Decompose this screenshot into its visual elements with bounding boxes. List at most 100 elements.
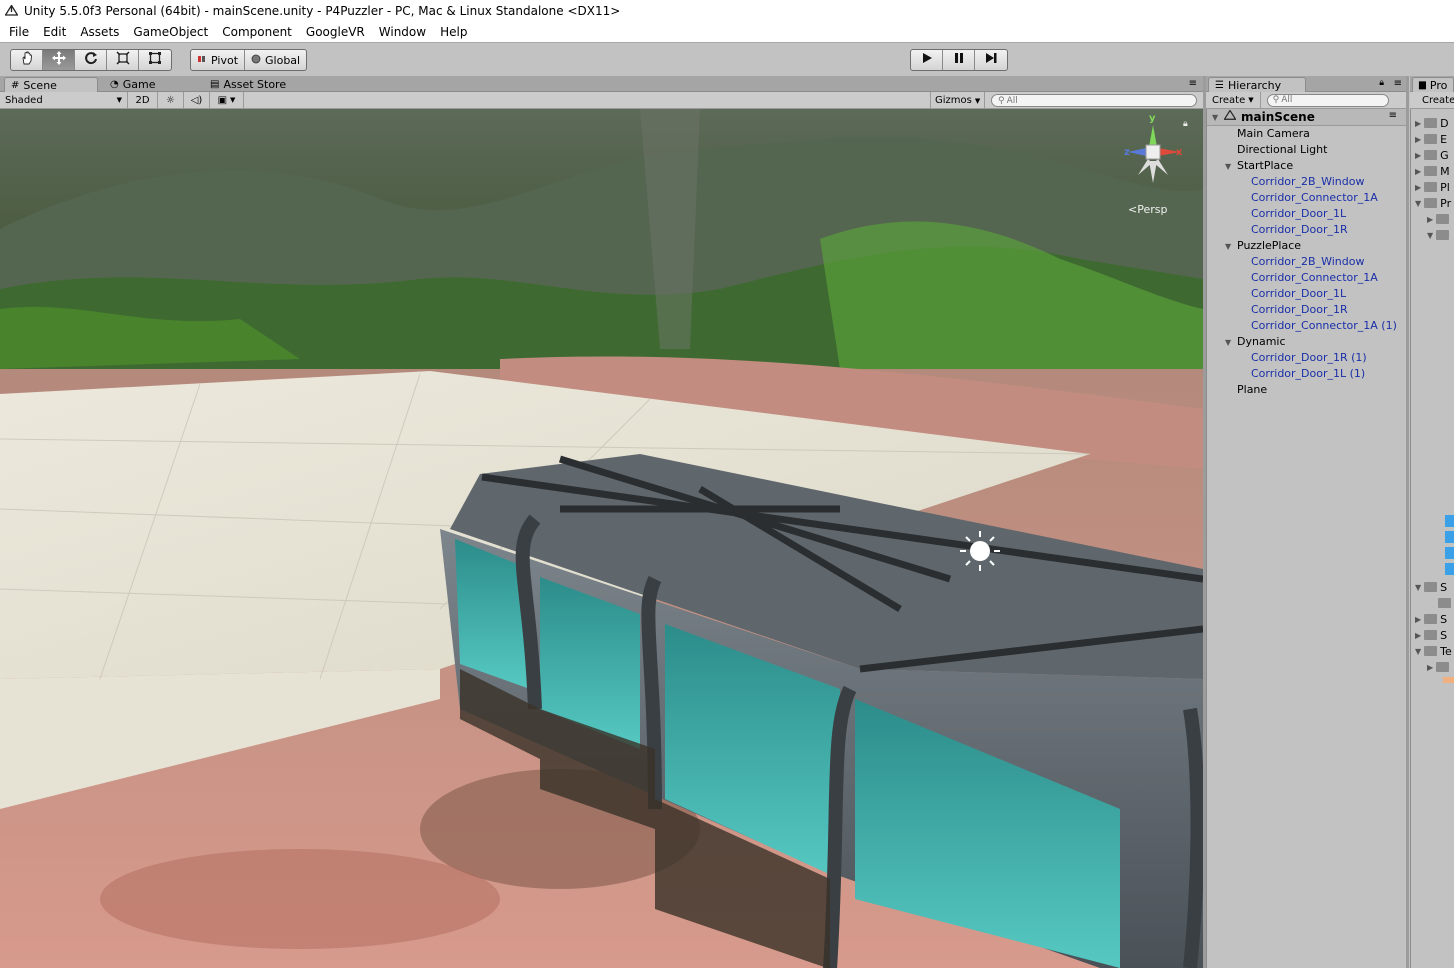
menu-edit[interactable]: Edit bbox=[36, 25, 73, 39]
expand-arrow-icon[interactable]: ▼ bbox=[1212, 113, 1218, 122]
rect-tool-button[interactable] bbox=[139, 50, 171, 70]
hierarchy-create-dropdown[interactable]: Create ▼ bbox=[1206, 91, 1261, 109]
menu-component[interactable]: Component bbox=[215, 25, 299, 39]
scale-tool-button[interactable] bbox=[107, 50, 139, 70]
scene-search-input[interactable]: ⚲ All bbox=[991, 94, 1197, 107]
folder-expand-arrow-icon[interactable]: ▼ bbox=[1415, 583, 1421, 592]
hierarchy-item[interactable]: Corridor_Door_1L bbox=[1251, 286, 1346, 302]
expand-arrow-icon[interactable]: ▼ bbox=[1225, 242, 1231, 251]
shading-mode-dropdown[interactable]: Shaded ▼ bbox=[0, 91, 128, 109]
pivot-button[interactable]: Pivot bbox=[191, 50, 246, 70]
folder-icon bbox=[1424, 134, 1438, 144]
folder-icon bbox=[1424, 198, 1438, 208]
move-tool-button[interactable] bbox=[43, 50, 75, 70]
folder-expand-arrow-icon[interactable]: ▶ bbox=[1415, 151, 1421, 160]
hierarchy-item[interactable]: Corridor_Connector_1A (1) bbox=[1251, 318, 1397, 334]
rotate-tool-button[interactable] bbox=[75, 50, 107, 70]
gizmos-dropdown[interactable]: Gizmos ▼ bbox=[930, 92, 986, 109]
folder-expand-arrow-icon[interactable]: ▶ bbox=[1427, 663, 1433, 672]
folder-expand-arrow-icon[interactable]: ▼ bbox=[1415, 647, 1421, 656]
folder-expand-arrow-icon[interactable]: ▶ bbox=[1415, 183, 1421, 192]
hierarchy-item[interactable]: Plane bbox=[1237, 382, 1267, 398]
project-folder-row[interactable]: ▼ bbox=[1427, 227, 1452, 243]
orientation-gizmo[interactable]: y x z bbox=[1118, 113, 1188, 197]
menu-file[interactable]: File bbox=[2, 25, 36, 39]
hierarchy-item[interactable]: Corridor_Door_1R (1) bbox=[1251, 350, 1367, 366]
pause-button[interactable] bbox=[943, 50, 975, 70]
project-folder-row[interactable]: ▶ S bbox=[1415, 611, 1447, 627]
hierarchy-item[interactable]: PuzzlePlace bbox=[1237, 238, 1301, 254]
toggle-2d-button[interactable]: 2D bbox=[128, 91, 158, 109]
tab-game[interactable]: ◔ Game bbox=[104, 77, 199, 92]
hierarchy-item[interactable]: Directional Light bbox=[1237, 142, 1327, 158]
folder-expand-arrow-icon[interactable]: ▼ bbox=[1415, 199, 1421, 208]
project-folder-row[interactable]: ▼ Te bbox=[1415, 643, 1452, 659]
hand-tool-button[interactable] bbox=[11, 50, 43, 70]
hierarchy-item[interactable]: Corridor_Door_1L (1) bbox=[1251, 366, 1365, 382]
gizmo-lock-icon[interactable]: 🔒︎ bbox=[1183, 119, 1188, 129]
gizmos-dropdown-arrow-icon: ▼ bbox=[974, 96, 981, 105]
step-button[interactable] bbox=[975, 50, 1007, 70]
hierarchy-item[interactable]: Main Camera bbox=[1237, 126, 1310, 142]
menu-assets[interactable]: Assets bbox=[73, 25, 126, 39]
hierarchy-tabs: ☰ Hierarchy 🔒︎ ≡ bbox=[1206, 76, 1406, 92]
folder-expand-arrow-icon[interactable]: ▶ bbox=[1415, 119, 1421, 128]
menu-help[interactable]: Help bbox=[433, 25, 474, 39]
project-folder-row[interactable]: ▶ D bbox=[1415, 115, 1449, 131]
project-folder-row[interactable]: ▼ S bbox=[1415, 579, 1447, 595]
scene-options-icon[interactable]: ≡ bbox=[1389, 110, 1397, 121]
folder-expand-arrow-icon[interactable]: ▶ bbox=[1415, 615, 1421, 624]
project-folder-row[interactable]: ▶ M bbox=[1415, 163, 1450, 179]
hierarchy-item[interactable]: Corridor_2B_Window bbox=[1251, 174, 1364, 190]
project-folder-row[interactable]: ▶ S bbox=[1415, 627, 1447, 643]
global-button[interactable]: Global bbox=[245, 50, 306, 70]
hierarchy-item[interactable]: Corridor_Door_1R bbox=[1251, 302, 1348, 318]
folder-expand-arrow-icon[interactable]: ▶ bbox=[1415, 135, 1421, 144]
hierarchy-item[interactable]: Corridor_Door_1L bbox=[1251, 206, 1346, 222]
hierarchy-item[interactable]: Corridor_Connector_1A bbox=[1251, 270, 1378, 286]
folder-expand-arrow-icon[interactable]: ▶ bbox=[1415, 631, 1421, 640]
panel-divider-2[interactable] bbox=[1406, 76, 1409, 968]
project-folder-row[interactable]: ▶ Pl bbox=[1415, 179, 1450, 195]
lighting-toggle-button[interactable]: ☼ bbox=[158, 91, 184, 109]
persp-label[interactable]: <Persp bbox=[1128, 203, 1167, 216]
hierarchy-menu-icon[interactable]: ≡ bbox=[1394, 78, 1402, 89]
folder-expand-arrow-icon[interactable]: ▼ bbox=[1427, 231, 1433, 240]
folder-expand-arrow-icon[interactable]: ▶ bbox=[1427, 215, 1433, 224]
tab-scene[interactable]: # Scene bbox=[4, 77, 98, 92]
hierarchy-search-input[interactable]: ⚲ All bbox=[1266, 93, 1389, 107]
project-folder-row[interactable]: ▼ Pr bbox=[1415, 195, 1451, 211]
menu-googlevr[interactable]: GoogleVR bbox=[299, 25, 372, 39]
folder-icon bbox=[1438, 598, 1451, 608]
hierarchy-item[interactable]: Corridor_2B_Window bbox=[1251, 254, 1364, 270]
effects-dropdown[interactable]: ▣ ▼ bbox=[210, 91, 244, 109]
scene-root-row[interactable]: ▼ mainScene ≡ bbox=[1207, 109, 1406, 126]
menu-window[interactable]: Window bbox=[372, 25, 433, 39]
hierarchy-item[interactable]: Corridor_Connector_1A bbox=[1251, 190, 1378, 206]
cube-icon bbox=[1445, 563, 1454, 575]
effects-dropdown-arrow-icon: ▼ bbox=[230, 96, 236, 104]
audio-toggle-button[interactable]: ◁) bbox=[184, 91, 210, 109]
project-folder-row[interactable]: ▶ bbox=[1427, 659, 1452, 675]
project-folder-row[interactable]: ▶ bbox=[1427, 211, 1452, 227]
menu-gameobject[interactable]: GameObject bbox=[126, 25, 215, 39]
expand-arrow-icon[interactable]: ▼ bbox=[1225, 162, 1231, 171]
hierarchy-item[interactable]: Corridor_Door_1R bbox=[1251, 222, 1348, 238]
project-panel: ▶ D ▶ E ▶ G ▶ M ▶ Pl ▼ Pr ▶ ▼ ▼ S ▶ S ▶ S ▼ Te ▶ bbox=[1410, 109, 1454, 968]
project-folder-row[interactable] bbox=[1435, 595, 1454, 611]
tab-asset-store[interactable]: ▤ Asset Store bbox=[204, 77, 314, 92]
scene-panel-menu-icon[interactable]: ≡ bbox=[1189, 78, 1197, 89]
project-folder-row[interactable]: ▶ G bbox=[1415, 147, 1449, 163]
expand-arrow-icon[interactable]: ▼ bbox=[1225, 338, 1231, 347]
tab-project[interactable]: ▆ Pro bbox=[1412, 77, 1454, 92]
play-button[interactable] bbox=[911, 50, 943, 70]
tab-hierarchy[interactable]: ☰ Hierarchy bbox=[1208, 77, 1306, 92]
project-create-label[interactable]: Create bbox=[1422, 95, 1454, 106]
folder-expand-arrow-icon[interactable]: ▶ bbox=[1415, 167, 1421, 176]
scene-viewport[interactable]: y x z 🔒︎ <Persp bbox=[0, 109, 1203, 968]
hierarchy-item[interactable]: Dynamic bbox=[1237, 334, 1286, 350]
title-bar: Unity 5.5.0f3 Personal (64bit) - mainSce… bbox=[0, 0, 1454, 22]
project-folder-row[interactable]: ▶ E bbox=[1415, 131, 1447, 147]
hierarchy-item[interactable]: StartPlace bbox=[1237, 158, 1293, 174]
hierarchy-lock-icon[interactable]: 🔒︎ bbox=[1379, 78, 1384, 88]
